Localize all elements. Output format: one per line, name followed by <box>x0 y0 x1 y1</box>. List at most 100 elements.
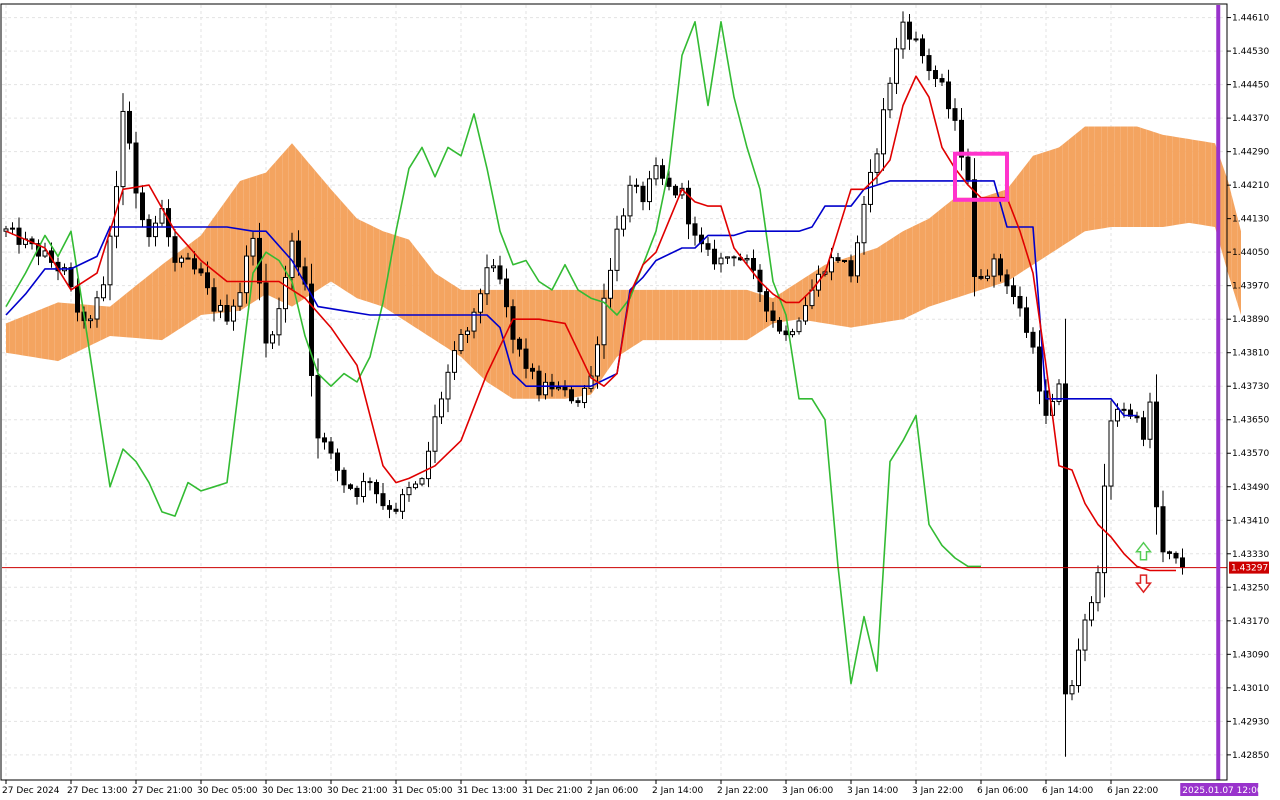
bear-candle <box>387 505 392 510</box>
kumo-bull-segment <box>678 289 682 341</box>
bear-candle <box>140 192 145 221</box>
bear-candle <box>946 81 951 110</box>
kumo-bull-segment <box>1224 171 1228 274</box>
bull-candle <box>231 305 236 322</box>
bull-candle <box>601 297 607 346</box>
kumo-bull-segment <box>396 235 400 318</box>
kumo-bull-segment <box>864 251 868 326</box>
kumo-bull-segment <box>136 283 140 339</box>
bear-candle <box>1173 552 1179 559</box>
kumo-bull-segment <box>490 289 494 387</box>
x-tick-label: 31 Dec 05:00 <box>392 786 453 796</box>
kumo-bull-segment <box>708 289 712 341</box>
bull-candle <box>582 387 587 404</box>
kumo-bull-segment <box>662 289 666 341</box>
kumo-bull-segment <box>230 190 234 312</box>
kumo-bull-segment <box>28 312 32 357</box>
kumo-bull-segment <box>727 289 731 341</box>
kumo-bull-segment <box>688 289 692 341</box>
bear-candle <box>569 389 574 402</box>
vertical-marker-date-label: 2025.01.07 12:00 <box>1182 786 1263 796</box>
bull-candle <box>647 178 652 203</box>
kumo-bull-segment <box>656 289 660 341</box>
kumo-bull-segment <box>139 280 143 339</box>
kumo-bull-segment <box>132 285 136 339</box>
kumo-bull-segment <box>717 289 721 341</box>
kumo-bull-segment <box>35 310 39 358</box>
kumo-bull-segment <box>968 197 972 295</box>
bear-candle <box>127 110 132 144</box>
bear-candle <box>998 258 1003 276</box>
bull-candle <box>478 293 483 313</box>
kumo-bull-segment <box>724 289 728 341</box>
kumo-bull-segment <box>1237 218 1241 315</box>
kumo-bull-segment <box>1091 126 1095 231</box>
y-tick-label: 1.44050 <box>1232 248 1269 258</box>
kumo-bull-segment <box>298 150 302 303</box>
kumo-bull-segment <box>867 250 871 325</box>
kumo-bull-segment <box>327 185 331 284</box>
bull-candle <box>887 82 893 111</box>
bear-candle <box>783 330 789 336</box>
kumo-bull-segment <box>155 267 159 340</box>
kumo-bull-segment <box>321 177 325 288</box>
kumo-bull-segment <box>578 289 582 397</box>
bear-candle <box>712 248 717 265</box>
kumo-bull-segment <box>1195 140 1199 225</box>
bear-candle <box>640 185 646 203</box>
bull-candle <box>458 333 464 352</box>
kumo-bull-segment <box>873 247 877 324</box>
bull-candle <box>445 371 451 400</box>
bull-candle <box>419 478 425 485</box>
bear-candle <box>224 304 230 322</box>
kumo-bull-segment <box>711 289 715 341</box>
kumo-bull-segment <box>441 277 445 347</box>
x-tick-label: 6 Jan 22:00 <box>1107 786 1159 796</box>
kumo-bull-segment <box>493 289 497 389</box>
x-tick-label: 3 Jan 14:00 <box>847 786 899 796</box>
bull-candle <box>1082 619 1088 651</box>
kumo-bull-segment <box>639 289 643 343</box>
bull-candle <box>803 305 808 322</box>
bear-candle <box>1121 408 1127 411</box>
kumo-bull-segment <box>149 272 153 340</box>
kumo-bull-segment <box>1130 126 1134 228</box>
bull-candle <box>627 184 633 217</box>
kumo-bull-segment <box>1228 180 1232 284</box>
price-chart[interactable]: 1.44610 1.44530 1.44450 1.44370 1.44290 1.442… <box>0 0 1280 800</box>
kumo-bull-segment <box>1159 133 1163 228</box>
bull-candle <box>829 257 834 273</box>
kumo-bull-segment <box>425 260 429 336</box>
kumo-bull-segment <box>938 208 942 304</box>
x-tick-label: 2 Jan 14:00 <box>652 786 704 796</box>
bull-candle <box>614 228 620 271</box>
kumo-bull-segment <box>1156 132 1160 228</box>
bull-candle <box>452 350 457 373</box>
kumo-bull-segment <box>19 316 23 356</box>
kumo-bull-segment <box>740 289 744 341</box>
kumo-bull-segment <box>912 224 916 315</box>
kumo-bull-segment <box>1166 135 1170 227</box>
vertical-marker-date-tag: 2025.01.07 12:00 <box>1180 783 1263 796</box>
kumo-bull-segment <box>893 235 897 321</box>
kumo-bull-segment <box>1072 134 1076 240</box>
kumo-bull-segment <box>532 289 536 399</box>
bull-candle <box>543 381 548 396</box>
bear-candle <box>972 179 977 277</box>
bull-candle <box>718 257 724 265</box>
kumo-bull-segment <box>220 203 224 313</box>
kumo-bull-segment <box>1107 126 1111 228</box>
kumo-bull-segment <box>379 229 383 307</box>
kumo-bull-segment <box>1221 162 1225 262</box>
y-tick-label: 1.43410 <box>1232 516 1269 526</box>
y-tick-label: 1.44210 <box>1232 181 1269 191</box>
kumo-bull-segment <box>142 277 146 339</box>
kumo-bull-segment <box>750 290 754 339</box>
kumo-bull-segment <box>1088 126 1092 231</box>
kumo-bull-segment <box>916 223 920 313</box>
kumo-bull-segment <box>15 318 19 355</box>
bull-candle <box>237 292 243 307</box>
kumo-bull-segment <box>71 303 75 355</box>
kumo-bull-segment <box>899 231 903 320</box>
kumo-bull-segment <box>399 236 403 320</box>
